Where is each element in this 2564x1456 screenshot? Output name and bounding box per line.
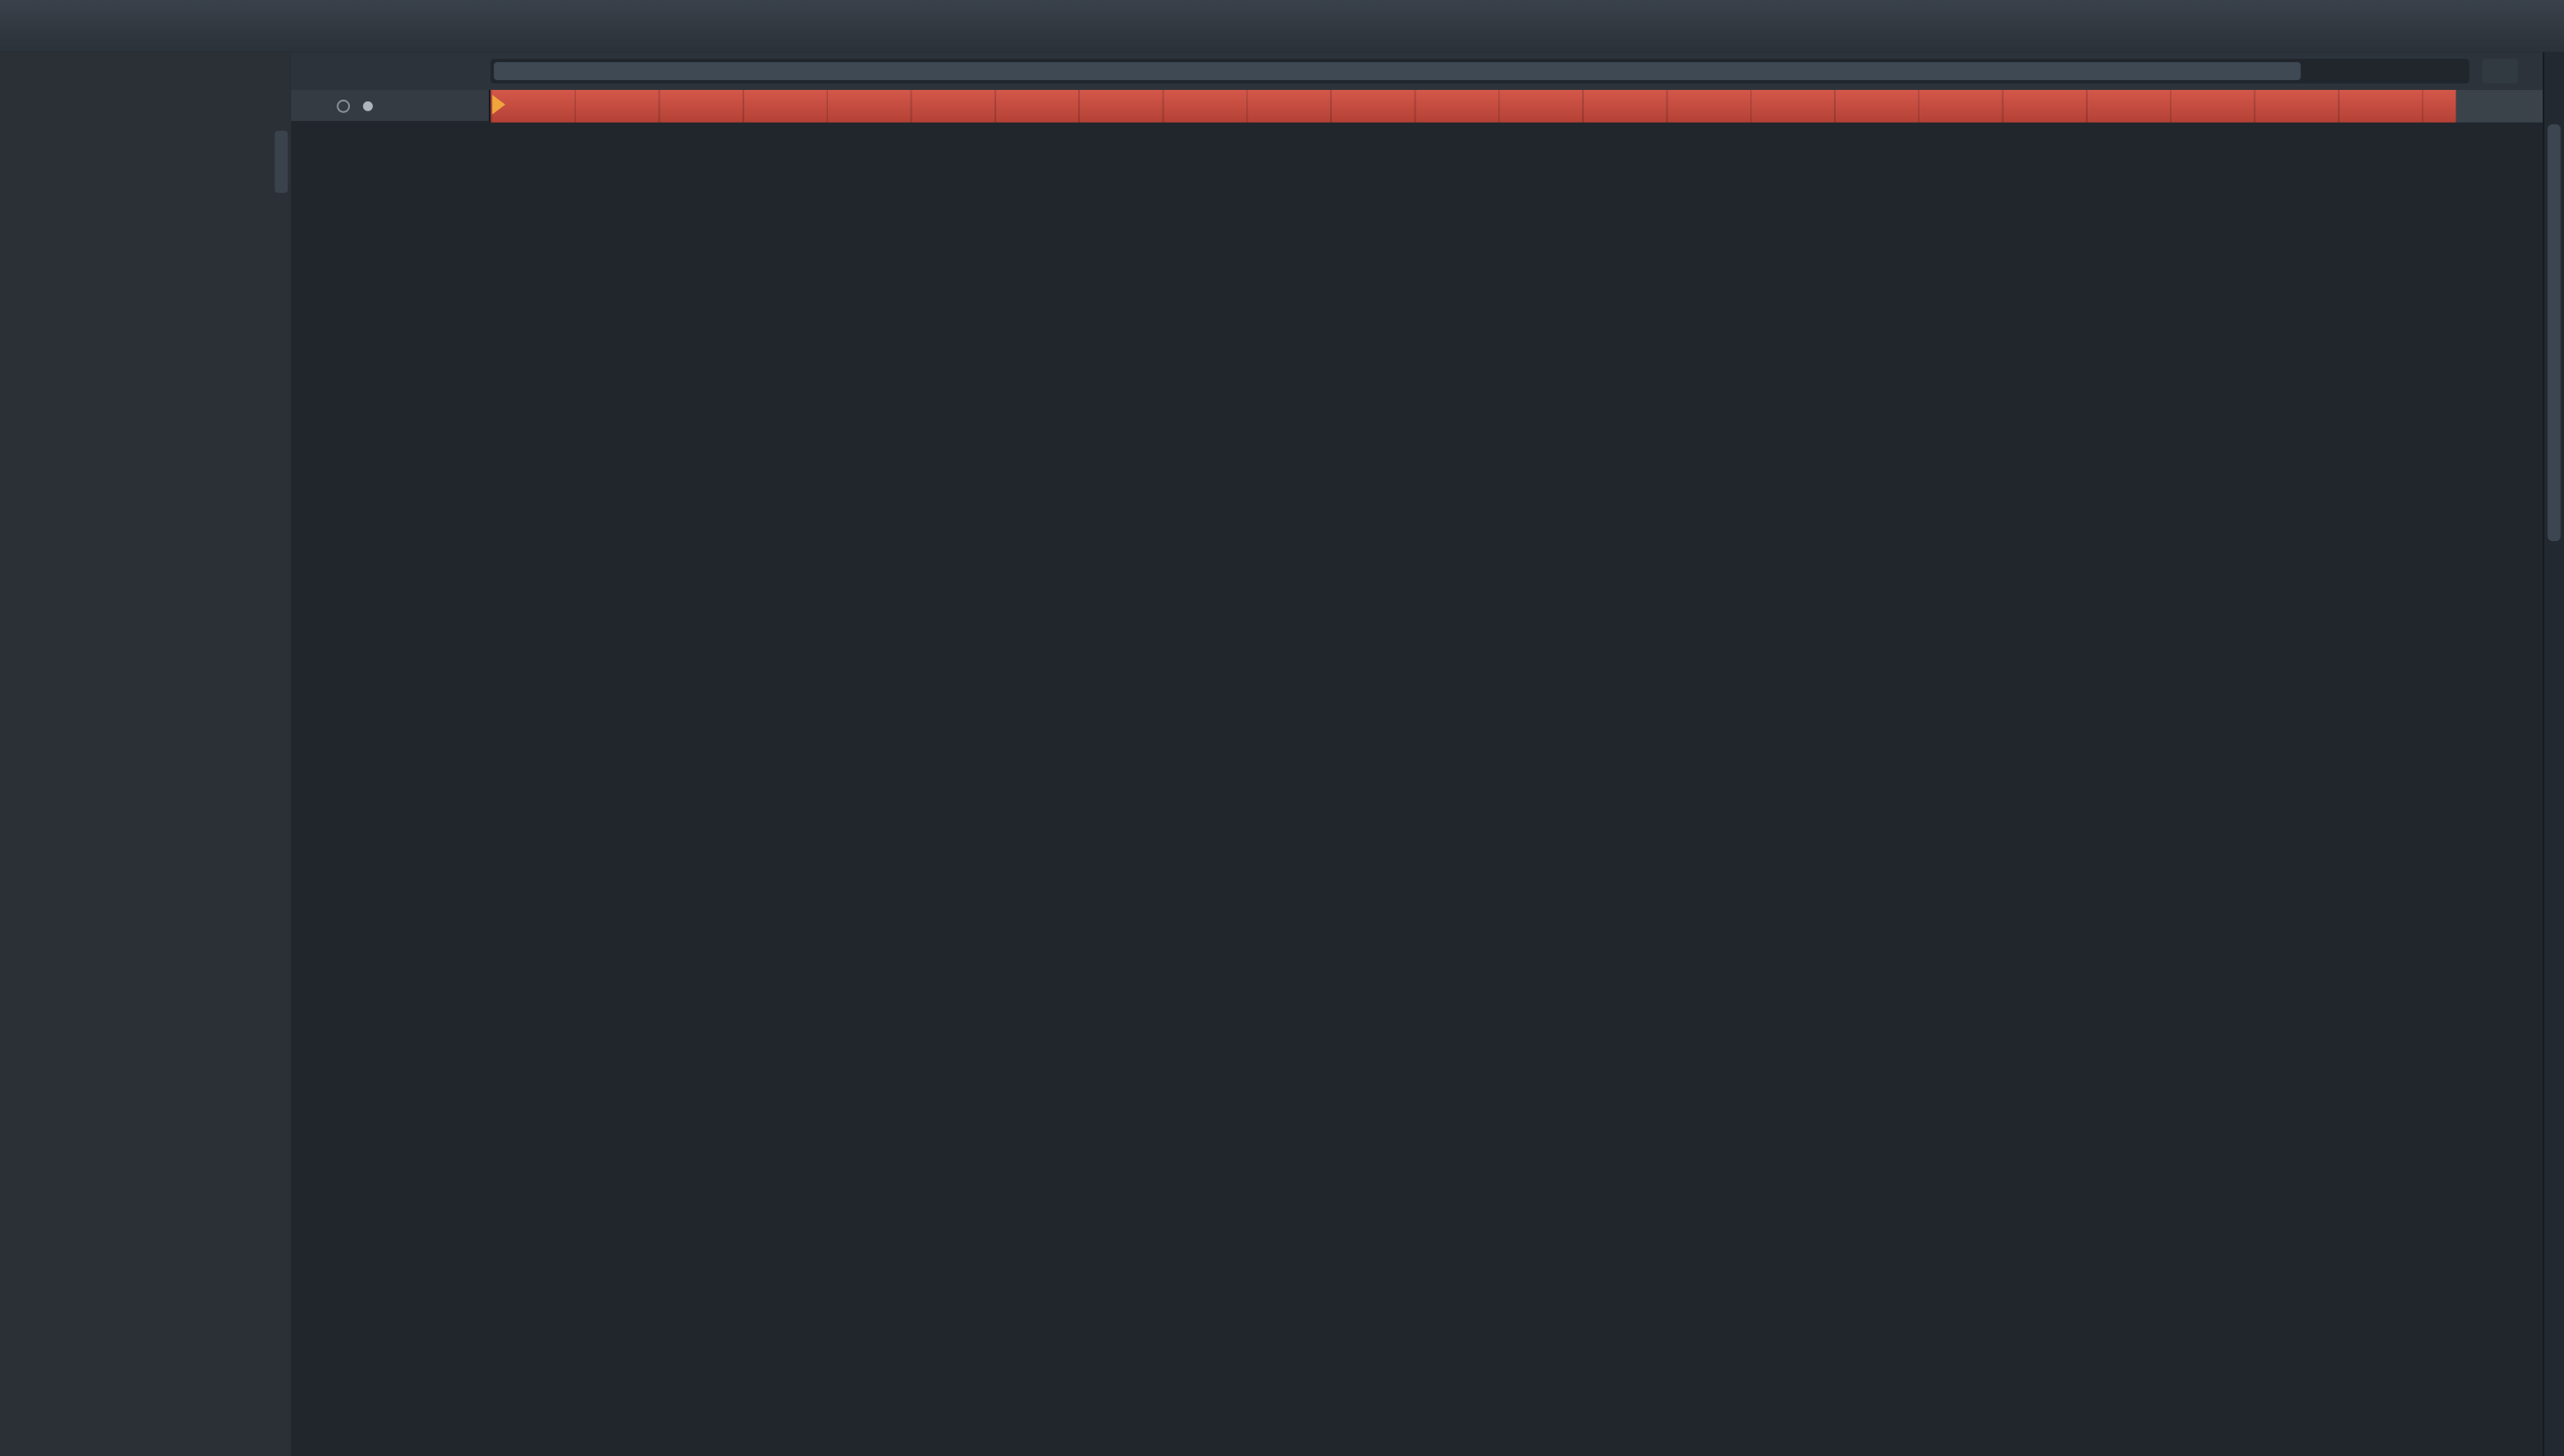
playlist-options-bar (290, 90, 491, 123)
step-toggle[interactable] (337, 99, 351, 112)
horizontal-scrollbar-thumb[interactable] (493, 61, 2301, 80)
pattern-picker-scrollbar[interactable] (274, 130, 288, 193)
pattern-picker (0, 52, 293, 1456)
horizontal-scrollbar[interactable] (491, 59, 2470, 84)
song-start-marker-icon (491, 94, 506, 115)
top-toolbar (0, 0, 2564, 54)
fl-studio-window (0, 0, 2564, 1456)
track-rows (290, 122, 2544, 1456)
slide-toggle[interactable] (362, 100, 373, 110)
vertical-scrollbar-thumb[interactable] (2547, 124, 2561, 541)
timeline-ruler-overflow[interactable] (2455, 90, 2544, 125)
scroll-right-button[interactable] (2482, 59, 2519, 84)
playlist-toolbar (290, 52, 2544, 92)
timeline-ruler[interactable] (491, 90, 2456, 125)
vertical-scrollbar[interactable] (2543, 52, 2564, 1456)
pattern-picker-header-icon[interactable] (0, 53, 291, 92)
